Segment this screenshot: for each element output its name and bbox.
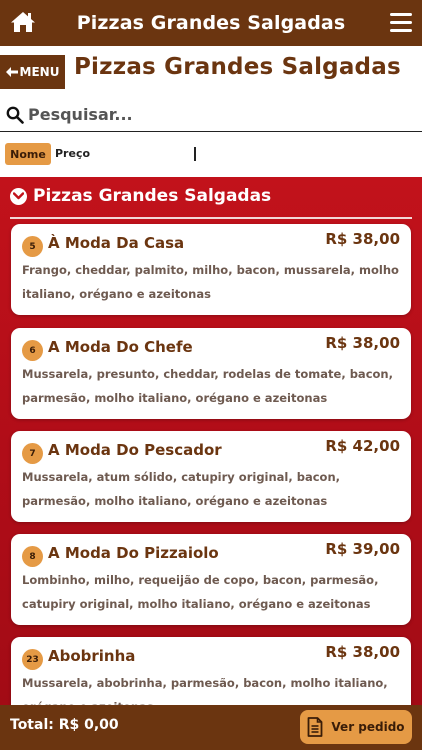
hamburger-menu-icon[interactable] [390,13,412,33]
sort-options: Nome Preço [0,140,422,170]
product-description: Mussarela, presunto, cheddar, rodelas de… [22,367,393,405]
sort-by-price-button[interactable]: Preço [55,147,90,160]
sort-by-name-button[interactable]: Nome [5,143,51,165]
page-title: Pizzas Grandes Salgadas [74,54,401,80]
product-name: A Moda Do Chefe [48,338,193,356]
product-description: Frango, cheddar, palmito, milho, bacon, … [22,263,399,301]
app-title: Pizzas Grandes Salgadas [76,12,346,34]
section-divider [10,217,412,219]
product-price: R$ 38,00 [325,643,400,661]
product-number-badge: 7 [22,443,43,464]
product-number-badge: 8 [22,546,43,567]
product-number-badge: 23 [22,649,43,670]
section-title: Pizzas Grandes Salgadas [33,186,272,206]
back-menu-label: MENU [19,65,60,79]
product-price: R$ 39,00 [325,540,400,558]
product-card[interactable]: 6 A Moda Do Chefe R$ 38,00 Mussarela, pr… [11,328,411,419]
section-header[interactable]: Pizzas Grandes Salgadas [10,186,271,206]
view-order-button[interactable]: Ver pedido [300,710,412,744]
product-list-area[interactable]: Pizzas Grandes Salgadas 5 À Moda Da Casa… [0,177,422,707]
bottom-bar: Total: R$ 0,00 Ver pedido [0,705,422,750]
product-name: À Moda Da Casa [48,234,185,252]
search-bar [0,98,422,132]
product-price: R$ 38,00 [325,230,400,248]
product-card[interactable]: 7 A Moda Do Pescador R$ 42,00 Mussarela,… [11,431,411,522]
product-description: Mussarela, abobrinha, parmesão, bacon, m… [22,676,388,707]
search-input[interactable] [28,105,408,124]
product-card[interactable]: 23 Abobrinha R$ 38,00 Mussarela, abobrin… [11,637,411,707]
product-description: Mussarela, atum sólido, catupiry origina… [22,470,341,508]
page-header: MENU Pizzas Grandes Salgadas [0,52,422,92]
chevron-down-circle-icon [10,187,27,205]
product-number-badge: 6 [22,340,43,361]
top-bar: Pizzas Grandes Salgadas [0,0,422,46]
product-card[interactable]: 8 A Moda Do Pizzaiolo R$ 39,00 Lombinho,… [11,534,411,625]
document-icon [308,717,323,737]
home-icon[interactable] [10,10,36,34]
view-order-label: Ver pedido [331,720,405,734]
product-description: Lombinho, milho, requeijão de copo, baco… [22,573,379,611]
product-card[interactable]: 5 À Moda Da Casa R$ 38,00 Frango, chedda… [11,224,411,315]
product-name: A Moda Do Pizzaiolo [48,544,219,562]
product-price: R$ 38,00 [325,334,400,352]
product-name: A Moda Do Pescador [48,441,222,459]
product-price: R$ 42,00 [325,437,400,455]
arrow-left-icon [5,67,18,77]
product-number-badge: 5 [22,236,43,257]
search-icon [6,106,24,124]
sort-divider [194,147,196,161]
product-name: Abobrinha [48,647,136,665]
back-menu-button[interactable]: MENU [0,55,65,89]
order-total: Total: R$ 0,00 [10,717,119,733]
